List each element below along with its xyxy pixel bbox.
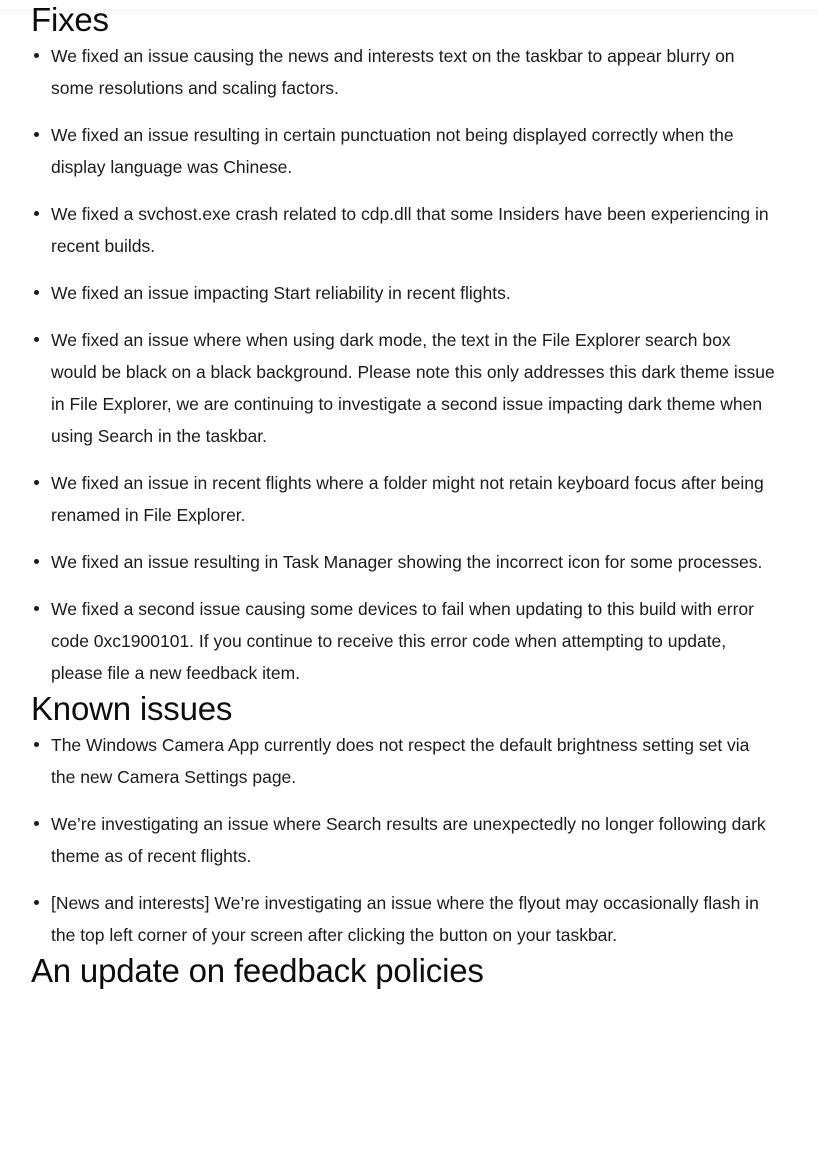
list-item-text: The Windows Camera App currently does no… [51, 735, 750, 787]
list-item: We fixed an issue resulting in Task Mana… [31, 546, 778, 578]
list-item: [News and interests] We’re investigating… [31, 887, 778, 951]
bullet-icon [34, 900, 39, 905]
list-item: We fixed an issue in recent flights wher… [31, 467, 778, 531]
list-item-text: We fixed an issue where when using dark … [51, 330, 775, 446]
known-issues-list: The Windows Camera App currently does no… [31, 729, 778, 951]
bullet-icon [34, 559, 39, 564]
list-item: We fixed a svchost.exe crash related to … [31, 198, 778, 262]
list-item: We fixed an issue impacting Start reliab… [31, 277, 778, 309]
heading-fixes: Fixes [31, 1, 109, 38]
list-item-text: We fixed an issue in recent flights wher… [51, 473, 764, 525]
bullet-icon [34, 821, 39, 826]
bullet-icon [34, 132, 39, 137]
heading-feedback-policies: An update on feedback policies [31, 952, 484, 989]
list-item-text: We fixed an issue resulting in certain p… [51, 125, 734, 177]
list-item-text: We’re investigating an issue where Searc… [51, 814, 766, 866]
list-item-text: We fixed an issue resulting in Task Mana… [51, 552, 763, 572]
list-item: The Windows Camera App currently does no… [31, 729, 778, 793]
bullet-icon [34, 53, 39, 58]
list-item-text: We fixed a svchost.exe crash related to … [51, 204, 769, 256]
bullet-icon [34, 606, 39, 611]
fixes-list: We fixed an issue causing the news and i… [31, 40, 778, 689]
bullet-icon [34, 290, 39, 295]
list-item-text: We fixed a second issue causing some dev… [51, 599, 754, 683]
list-item: We fixed a second issue causing some dev… [31, 593, 778, 689]
heading-known-issues: Known issues [31, 690, 233, 727]
list-item: We fixed an issue resulting in certain p… [31, 119, 778, 183]
list-item-text: We fixed an issue impacting Start reliab… [51, 283, 511, 303]
article-content: Fixes We fixed an issue causing the news… [0, 0, 818, 991]
bullet-icon [34, 742, 39, 747]
list-item: We’re investigating an issue where Searc… [31, 808, 778, 872]
list-item-text: [News and interests] We’re investigating… [51, 893, 759, 945]
list-item-text: We fixed an issue causing the news and i… [51, 46, 735, 98]
list-item: We fixed an issue causing the news and i… [31, 40, 778, 104]
list-item: We fixed an issue where when using dark … [31, 324, 778, 452]
document-page: Fixes We fixed an issue causing the news… [0, 0, 818, 1174]
bullet-icon [34, 480, 39, 485]
bullet-icon [34, 337, 39, 342]
bullet-icon [34, 211, 39, 216]
